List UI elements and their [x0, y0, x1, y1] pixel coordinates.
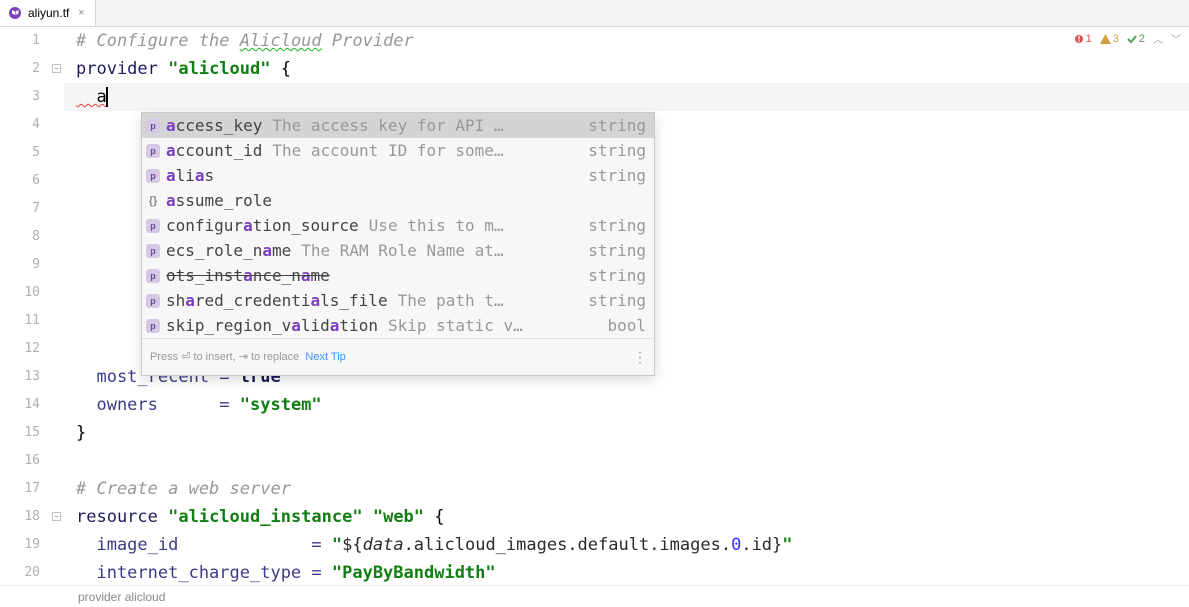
line-number: 16: [0, 447, 43, 475]
completion-item[interactable]: p ecs_role_name The RAM Role Name at…strin…: [142, 238, 654, 263]
code-line: }: [64, 419, 1189, 447]
completion-name: ecs_role_name: [166, 237, 291, 265]
more-icon[interactable]: ⋮: [633, 343, 646, 371]
line-number: 10: [0, 279, 43, 307]
fold-marker-icon[interactable]: −: [52, 512, 61, 521]
completion-type: string: [588, 137, 646, 165]
status-indicators: 1 3 2 ︿ ﹀: [1074, 31, 1181, 46]
line-number-gutter: 1234567891011121314151617181920: [0, 27, 50, 585]
line-number: 3: [0, 83, 43, 111]
text-cursor: [106, 87, 108, 107]
editor[interactable]: 1 3 2 ︿ ﹀ 123456789101112131415161718192…: [0, 27, 1189, 585]
completion-type: string: [588, 287, 646, 315]
completion-item[interactable]: p skip_region_validation Skip static v…boo…: [142, 313, 654, 338]
line-number: 18: [0, 503, 43, 531]
property-icon: p: [146, 319, 160, 333]
warning-indicator[interactable]: 3: [1100, 33, 1119, 45]
completion-name: shared_credentials_file: [166, 287, 388, 315]
completion-name: configuration_source: [166, 212, 359, 240]
ok-indicator[interactable]: 2: [1127, 33, 1145, 45]
line-number: 7: [0, 195, 43, 223]
line-number: 6: [0, 167, 43, 195]
error-indicator[interactable]: 1: [1074, 33, 1092, 45]
code-line: resource "alicloud_instance" "web" {: [64, 503, 1189, 531]
completion-description: The account ID for some…: [272, 137, 582, 165]
completion-item[interactable]: p configuration_source Use this to m…strin…: [142, 213, 654, 238]
code-line: image_id = "${data.alicloud_images.defau…: [64, 531, 1189, 559]
line-number: 8: [0, 223, 43, 251]
code-line: # Configure the Alicloud Provider: [64, 27, 1189, 55]
completion-item[interactable]: {} assume_role: [142, 188, 654, 213]
completion-type: string: [588, 162, 646, 190]
completion-description: The RAM Role Name at…: [301, 237, 582, 265]
code-line-current: a: [64, 83, 1189, 111]
next-tip-link[interactable]: Next Tip: [305, 351, 345, 363]
code-content[interactable]: # Configure the Alicloud Provider provid…: [64, 27, 1189, 585]
close-icon[interactable]: ×: [75, 7, 87, 19]
file-tab[interactable]: aliyun.tf ×: [0, 0, 96, 26]
completion-type: bool: [607, 312, 646, 340]
line-number: 13: [0, 363, 43, 391]
completion-description: The path t…: [398, 287, 583, 315]
completion-item[interactable]: palias string: [142, 163, 654, 188]
tab-filename: aliyun.tf: [28, 6, 69, 20]
completion-name: access_key: [166, 112, 262, 140]
code-line: provider "alicloud" {: [64, 55, 1189, 83]
completion-description: Use this to m…: [369, 212, 583, 240]
completion-type: string: [588, 112, 646, 140]
chevron-down-icon[interactable]: ﹀: [1171, 31, 1181, 46]
line-number: 11: [0, 307, 43, 335]
code-line: [64, 447, 1189, 475]
completion-name: alias: [166, 162, 214, 190]
terraform-file-icon: [8, 6, 22, 20]
property-icon: p: [146, 144, 160, 158]
completion-name: skip_region_validation: [166, 312, 378, 340]
completion-type: string: [588, 237, 646, 265]
property-icon: p: [146, 294, 160, 308]
property-icon: p: [146, 219, 160, 233]
completion-footer: Press ⏎ to insert, ⇥ to replace Next Tip…: [142, 338, 654, 375]
line-number: 12: [0, 335, 43, 363]
line-number: 15: [0, 419, 43, 447]
line-number: 14: [0, 391, 43, 419]
line-number: 1: [0, 27, 43, 55]
property-icon: p: [146, 169, 160, 183]
completion-description: The access key for API …: [272, 112, 582, 140]
completion-name: ots_instance_name: [166, 262, 330, 290]
line-number: 4: [0, 111, 43, 139]
code-line: owners = "system": [64, 391, 1189, 419]
completion-item[interactable]: p account_id The account ID for some…strin…: [142, 138, 654, 163]
completion-description: Skip static v…: [388, 312, 602, 340]
completion-popup: paccess_keyThe access key for API …strin…: [141, 112, 655, 376]
line-number: 2: [0, 55, 43, 83]
line-number: 5: [0, 139, 43, 167]
completion-item[interactable]: p shared_credentials_file The path t…strin…: [142, 288, 654, 313]
line-number: 19: [0, 531, 43, 559]
line-number: 17: [0, 475, 43, 503]
tab-bar: aliyun.tf ×: [0, 0, 1189, 27]
block-icon: {}: [146, 194, 160, 208]
property-icon: p: [146, 244, 160, 258]
breadcrumb[interactable]: provider alicloud: [0, 585, 1189, 607]
completion-type: string: [588, 262, 646, 290]
chevron-up-icon[interactable]: ︿: [1153, 31, 1163, 46]
completion-type: string: [588, 212, 646, 240]
fold-gutter: − −: [50, 27, 64, 585]
completion-item[interactable]: p access_key The access key for API …strin…: [142, 113, 654, 138]
code-line: # Create a web server: [64, 475, 1189, 503]
fold-marker-icon[interactable]: −: [52, 64, 61, 73]
property-icon: p: [146, 119, 160, 133]
line-number: 20: [0, 559, 43, 587]
line-number: 9: [0, 251, 43, 279]
property-icon: p: [146, 269, 160, 283]
completion-item[interactable]: p ots_instance_name string: [142, 263, 654, 288]
completion-name: account_id: [166, 137, 262, 165]
code-line: internet_charge_type = "PayByBandwidth": [64, 559, 1189, 587]
completion-name: assume_role: [166, 187, 272, 215]
